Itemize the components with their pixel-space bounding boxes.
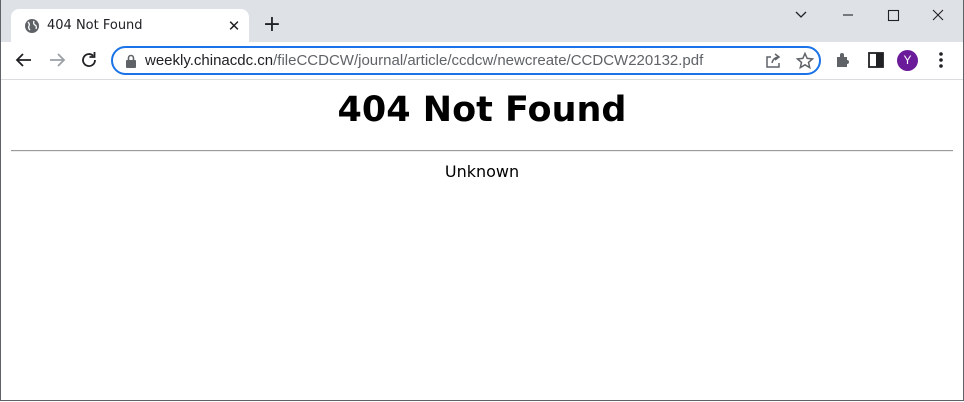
globe-icon: [24, 18, 40, 34]
minimize-icon: [843, 14, 853, 16]
server-signature: Unknown: [444, 162, 520, 181]
arrow-right-icon: [50, 53, 66, 67]
maximize-button[interactable]: [878, 4, 908, 26]
kebab-menu-icon: [939, 52, 943, 68]
side-panel-icon: [868, 52, 884, 68]
back-button[interactable]: [12, 48, 36, 72]
url-text[interactable]: weekly.chinacdc.cn/fileCCDCW/journal/art…: [145, 52, 703, 70]
profile-avatar[interactable]: Y: [897, 50, 918, 71]
tab-close-button[interactable]: ✕: [225, 17, 243, 35]
page-title: 404 Not Found: [337, 90, 627, 130]
share-icon[interactable]: [763, 51, 783, 71]
address-bar[interactable]: weekly.chinacdc.cn/fileCCDCW/journal/art…: [111, 46, 821, 75]
page-content: 404 Not Found Unknown: [1, 80, 963, 400]
extensions-button[interactable]: [832, 48, 856, 72]
tab-title: 404 Not Found: [47, 18, 143, 33]
puzzle-icon: [837, 53, 849, 67]
url-path: /fileCCDCW/journal/article/ccdcw/newcrea…: [273, 52, 704, 69]
browser-window: 404 Not Found ✕ + weekly.chinacdc.cn/fil…: [0, 0, 964, 401]
forward-button[interactable]: [45, 48, 69, 72]
maximize-icon: [887, 9, 900, 22]
tab-search-button[interactable]: [786, 4, 816, 26]
side-panel-button[interactable]: [864, 48, 888, 72]
reload-button[interactable]: [77, 48, 101, 72]
close-window-button[interactable]: [923, 4, 953, 26]
new-tab-button[interactable]: +: [260, 14, 284, 38]
menu-button[interactable]: [929, 48, 953, 72]
tab-strip: 404 Not Found ✕ +: [1, 0, 963, 42]
arrow-left-icon: [15, 53, 31, 67]
url-host: weekly.chinacdc.cn: [145, 52, 274, 69]
reload-icon: [82, 52, 96, 67]
divider: [11, 150, 953, 152]
close-icon: [932, 9, 944, 21]
minimize-button[interactable]: [833, 4, 863, 26]
star-icon[interactable]: [795, 51, 815, 71]
tab-active[interactable]: 404 Not Found ✕: [11, 9, 249, 42]
chevron-down-icon: [795, 11, 807, 18]
lock-icon[interactable]: [124, 53, 138, 69]
browser-toolbar: weekly.chinacdc.cn/fileCCDCW/journal/art…: [1, 42, 963, 80]
